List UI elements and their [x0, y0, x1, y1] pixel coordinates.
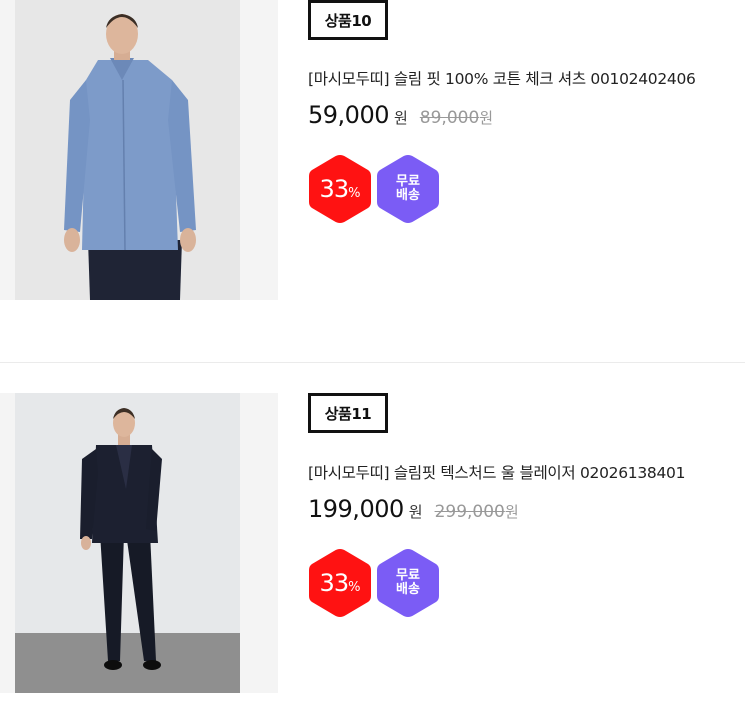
discount-value: 33	[319, 568, 350, 597]
product-label: 상품10	[308, 0, 388, 40]
blazer-model-photo	[0, 393, 278, 693]
original-price: 299,000	[434, 502, 505, 522]
sale-price: 59,000	[308, 101, 389, 129]
discount-badge: 33%	[307, 547, 373, 619]
original-price: 89,000	[419, 108, 480, 128]
price-row: 59,000 원 89,000 원	[308, 101, 493, 129]
free-shipping-badge: 무료 배송	[375, 547, 441, 619]
price-row: 199,000 원 299,000 원	[308, 495, 519, 523]
shipping-text: 무료 배송	[396, 173, 420, 203]
free-shipping-badge: 무료 배송	[375, 153, 441, 225]
discount-value: 33	[319, 174, 350, 203]
sale-price-unit: 원	[393, 109, 408, 127]
product-image[interactable]	[0, 393, 278, 693]
product-card[interactable]: 상품10 [마시모두띠] 슬림 핏 100% 코튼 체크 셔츠 00102402…	[0, 0, 745, 362]
product-name[interactable]: [마시모두띠] 슬림핏 텍스처드 울 블레이저 02026138401	[308, 461, 685, 483]
discount-unit: %	[348, 579, 361, 595]
shipping-text: 무료 배송	[396, 567, 420, 597]
discount-unit: %	[348, 185, 361, 201]
original-price-unit: 원	[479, 109, 494, 127]
product-card[interactable]: 상품11 [마시모두띠] 슬림핏 텍스처드 울 블레이저 02026138401…	[0, 363, 745, 707]
product-name[interactable]: [마시모두띠] 슬림 핏 100% 코튼 체크 셔츠 00102402406	[308, 67, 696, 89]
sale-price-unit: 원	[408, 503, 423, 521]
shirt-model-photo	[0, 0, 278, 300]
product-label: 상품11	[308, 393, 388, 433]
discount-badge: 33%	[307, 153, 373, 225]
sale-price: 199,000	[308, 495, 404, 523]
original-price-unit: 원	[504, 503, 519, 521]
product-image[interactable]	[0, 0, 278, 300]
